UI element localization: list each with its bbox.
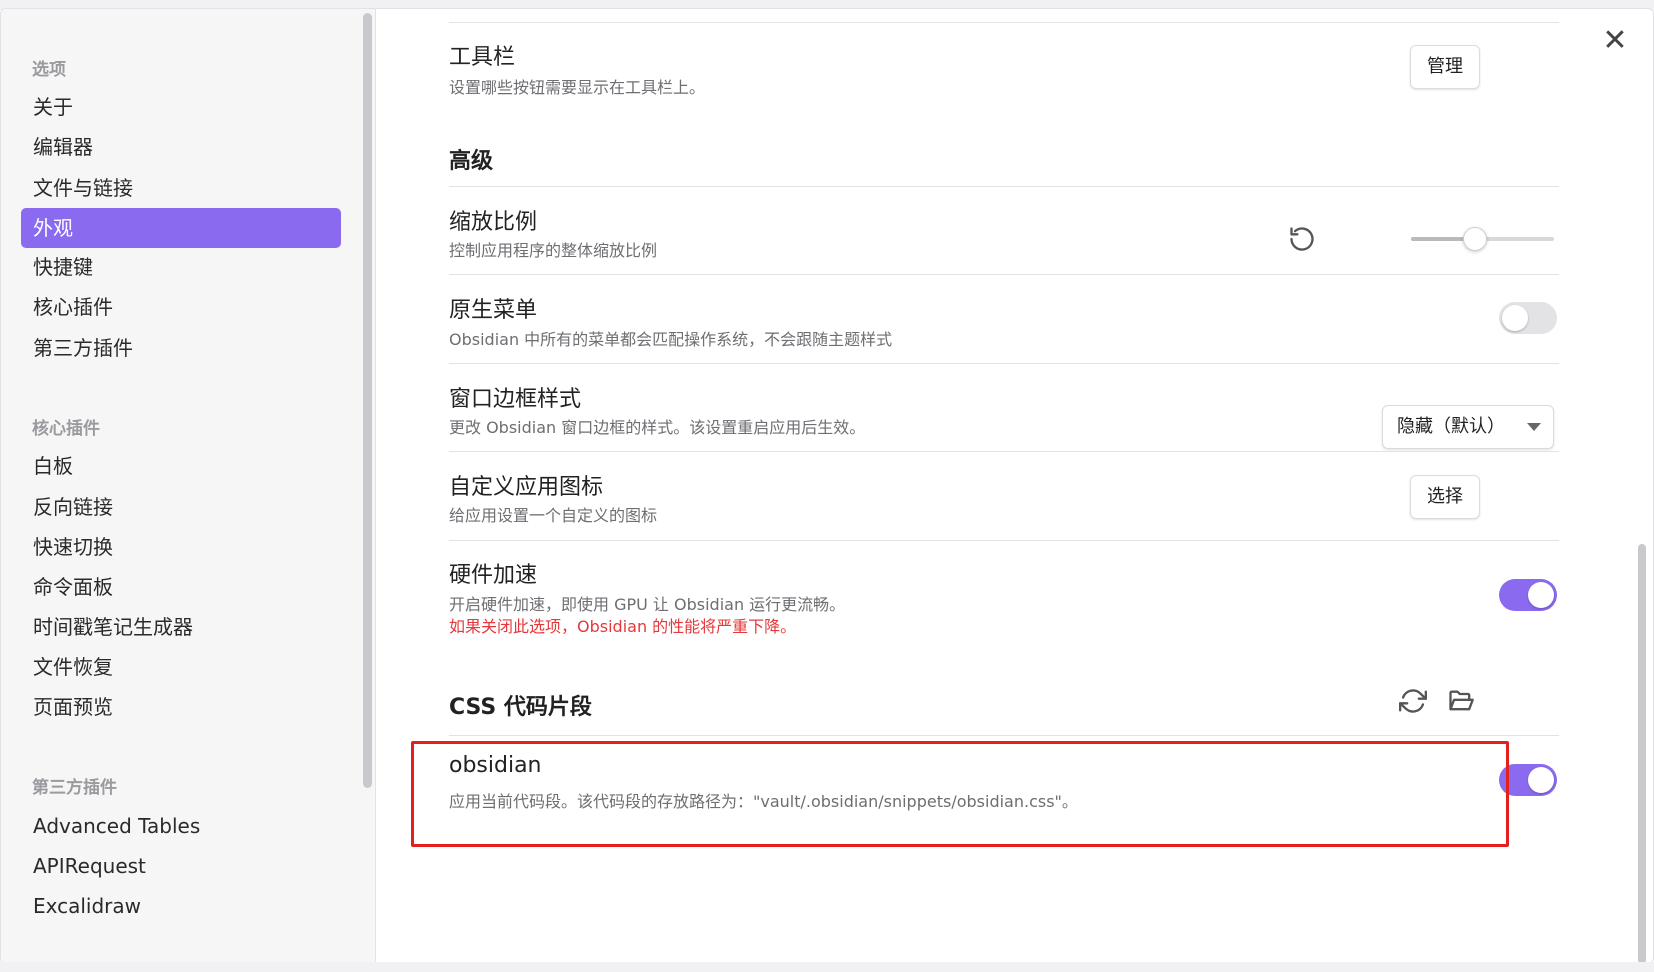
- frame-style-selected: 隐藏（默认）: [1397, 416, 1505, 437]
- sidebar-group-title-core-plugins: 核心插件: [32, 419, 100, 439]
- sidebar-group-title-third-party: 第三方插件: [32, 778, 117, 798]
- sidebar-item-command-palette[interactable]: 命令面板: [21, 567, 341, 607]
- sidebar-item-file-recovery[interactable]: 文件恢复: [21, 647, 341, 687]
- setting-zoom-name: 缩放比例: [449, 210, 538, 235]
- folder-open-icon: [1449, 690, 1474, 711]
- open-snippets-folder-button[interactable]: [1447, 687, 1475, 715]
- divider: [449, 451, 1559, 452]
- sidebar-item-appearance[interactable]: 外观: [21, 208, 341, 248]
- content-scrollbar[interactable]: [1638, 544, 1646, 963]
- divider: [449, 22, 1559, 23]
- toggle-knob: [1528, 582, 1554, 608]
- sidebar-item-hotkeys[interactable]: 快捷键: [21, 247, 341, 287]
- setting-frame-style-name: 窗口边框样式: [449, 387, 582, 412]
- sidebar-item-page-preview[interactable]: 页面预览: [21, 687, 341, 727]
- manage-toolbar-button[interactable]: 管理: [1410, 45, 1480, 89]
- setting-hw-accel-desc: 开启硬件加速，即使用 GPU 让 Obsidian 运行更流畅。: [449, 595, 846, 614]
- sidebar-item-quick-switcher[interactable]: 快速切换: [21, 527, 341, 567]
- divider: [449, 540, 1559, 541]
- setting-native-menu-name: 原生菜单: [449, 298, 538, 323]
- setting-custom-icon-desc: 给应用设置一个自定义的图标: [449, 506, 658, 525]
- chevron-down-icon: [1527, 423, 1541, 431]
- hw-accel-toggle[interactable]: [1499, 579, 1557, 611]
- sidebar-scrollbar[interactable]: [363, 13, 372, 788]
- reload-snippets-button[interactable]: [1399, 687, 1427, 715]
- sidebar-group-title-options: 选项: [32, 60, 66, 80]
- sidebar-item-backlinks[interactable]: 反向链接: [21, 487, 341, 527]
- settings-modal: 选项 关于 编辑器 文件与链接 外观 快捷键 核心插件 第三方插件 核心插件 白…: [0, 8, 1654, 964]
- setting-native-menu-desc: Obsidian 中所有的菜单都会匹配操作系统，不会跟随主题样式: [449, 330, 893, 349]
- reload-icon: [1399, 689, 1427, 713]
- setting-toolbar-name: 工具栏: [449, 45, 516, 70]
- setting-toolbar-desc: 设置哪些按钮需要显示在工具栏上。: [449, 78, 706, 97]
- window-bottom-strip: [0, 962, 1654, 972]
- divider: [449, 186, 1559, 187]
- native-menu-toggle[interactable]: [1499, 302, 1557, 334]
- settings-sidebar: 选项 关于 编辑器 文件与链接 外观 快捷键 核心插件 第三方插件 核心插件 白…: [1, 9, 376, 963]
- toggle-knob: [1528, 767, 1554, 793]
- highlight-annotation-box: [411, 741, 1509, 847]
- divider: [449, 363, 1559, 364]
- sidebar-item-unique-note[interactable]: 时间戳笔记生成器: [21, 607, 341, 647]
- setting-hw-accel-warning: 如果关闭此选项，Obsidian 的性能将严重下降。: [449, 617, 797, 636]
- zoom-slider-thumb[interactable]: [1463, 227, 1488, 251]
- sidebar-item-editor[interactable]: 编辑器: [21, 127, 341, 167]
- toggle-knob: [1502, 305, 1528, 331]
- sidebar-item-community-plugins[interactable]: 第三方插件: [21, 328, 341, 368]
- setting-hw-accel-name: 硬件加速: [449, 563, 538, 588]
- choose-icon-button[interactable]: 选择: [1410, 475, 1480, 519]
- sidebar-item-canvas[interactable]: 白板: [21, 446, 341, 486]
- sidebar-item-core-plugins[interactable]: 核心插件: [21, 287, 341, 327]
- divider: [449, 274, 1559, 275]
- advanced-heading: 高级: [449, 149, 494, 174]
- setting-frame-style-desc: 更改 Obsidian 窗口边框的样式。该设置重启应用后生效。: [449, 418, 866, 437]
- reset-zoom-button[interactable]: [1288, 225, 1316, 253]
- close-button[interactable]: ✕: [1595, 21, 1635, 61]
- sidebar-item-files-links[interactable]: 文件与链接: [21, 168, 341, 208]
- sidebar-item-about[interactable]: 关于: [21, 87, 341, 127]
- css-snippets-heading: CSS 代码片段: [449, 695, 592, 720]
- settings-content: ✕ 工具栏 设置哪些按钮需要显示在工具栏上。 管理 高级 缩放比例 控制应用程序…: [377, 9, 1653, 963]
- setting-zoom-desc: 控制应用程序的整体缩放比例: [449, 241, 658, 260]
- setting-custom-icon-name: 自定义应用图标: [449, 475, 604, 500]
- sidebar-item-apirequest[interactable]: APIRequest: [21, 846, 341, 886]
- sidebar-item-excalidraw[interactable]: Excalidraw: [21, 886, 341, 926]
- close-icon: ✕: [1602, 23, 1628, 58]
- sidebar-item-advanced-tables[interactable]: Advanced Tables: [21, 806, 341, 846]
- frame-style-dropdown[interactable]: 隐藏（默认）: [1382, 405, 1554, 449]
- reset-icon: [1290, 227, 1314, 251]
- divider: [449, 735, 1559, 736]
